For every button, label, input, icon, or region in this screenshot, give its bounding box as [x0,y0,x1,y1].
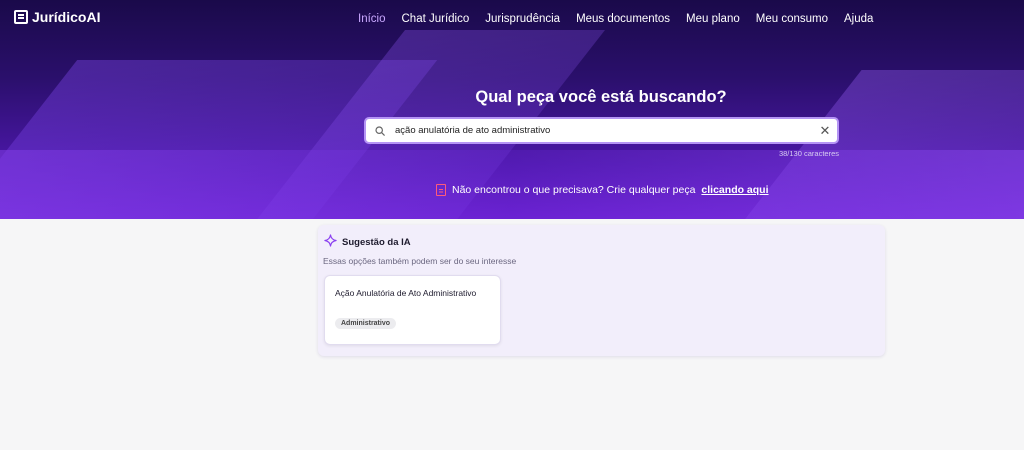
ai-suggestions-panel: Sugestão da IA Essas opções também podem… [318,225,885,356]
suggestion-card[interactable]: Ação Anulatória de Ato Administrativo Ad… [324,275,501,345]
app-name: JurídicoAI [32,9,101,25]
main-nav: Início Chat Jurídico Jurisprudência Meus… [358,13,873,25]
ai-suggestions-header: Sugestão da IA [324,234,411,250]
nav-item-meus-documentos[interactable]: Meus documentos [576,13,670,25]
not-found-message: Não encontrou o que precisava? Crie qual… [436,184,769,196]
suggestion-card-title: Ação Anulatória de Ato Administrativo [335,288,477,298]
nav-item-inicio[interactable]: Início [358,13,386,25]
nav-item-meu-plano[interactable]: Meu plano [686,13,740,25]
char-counter: 38/130 caracteres [778,149,839,158]
ai-suggestions-subtitle: Essas opções também podem ser do seu int… [323,256,517,266]
search-input[interactable] [393,125,813,136]
top-navbar: JurídicoAI Início Chat Jurídico Jurispru… [0,0,1024,38]
nav-item-meu-consumo[interactable]: Meu consumo [756,13,828,25]
hero-section: JurídicoAI Início Chat Jurídico Jurispru… [0,0,1024,219]
sparkle-icon [324,234,337,250]
nav-item-jurisprudencia[interactable]: Jurisprudência [485,13,560,25]
suggestion-card-tag: Administrativo [335,318,397,329]
close-icon[interactable]: ✕ [813,123,837,139]
search-box: ✕ [364,117,839,144]
app-logo[interactable]: JurídicoAI [14,9,100,25]
search-icon [375,125,393,136]
nav-item-chat-juridico[interactable]: Chat Jurídico [402,13,470,25]
nav-item-ajuda[interactable]: Ajuda [844,13,873,25]
not-found-text: Não encontrou o que precisava? Crie qual… [452,184,696,196]
ai-suggestions-title: Sugestão da IA [342,236,411,248]
create-piece-link[interactable]: clicando aqui [701,184,768,196]
hero-title: Qual peça você está buscando? [475,88,727,106]
document-alert-icon [436,184,446,196]
document-lines-icon [14,10,28,24]
